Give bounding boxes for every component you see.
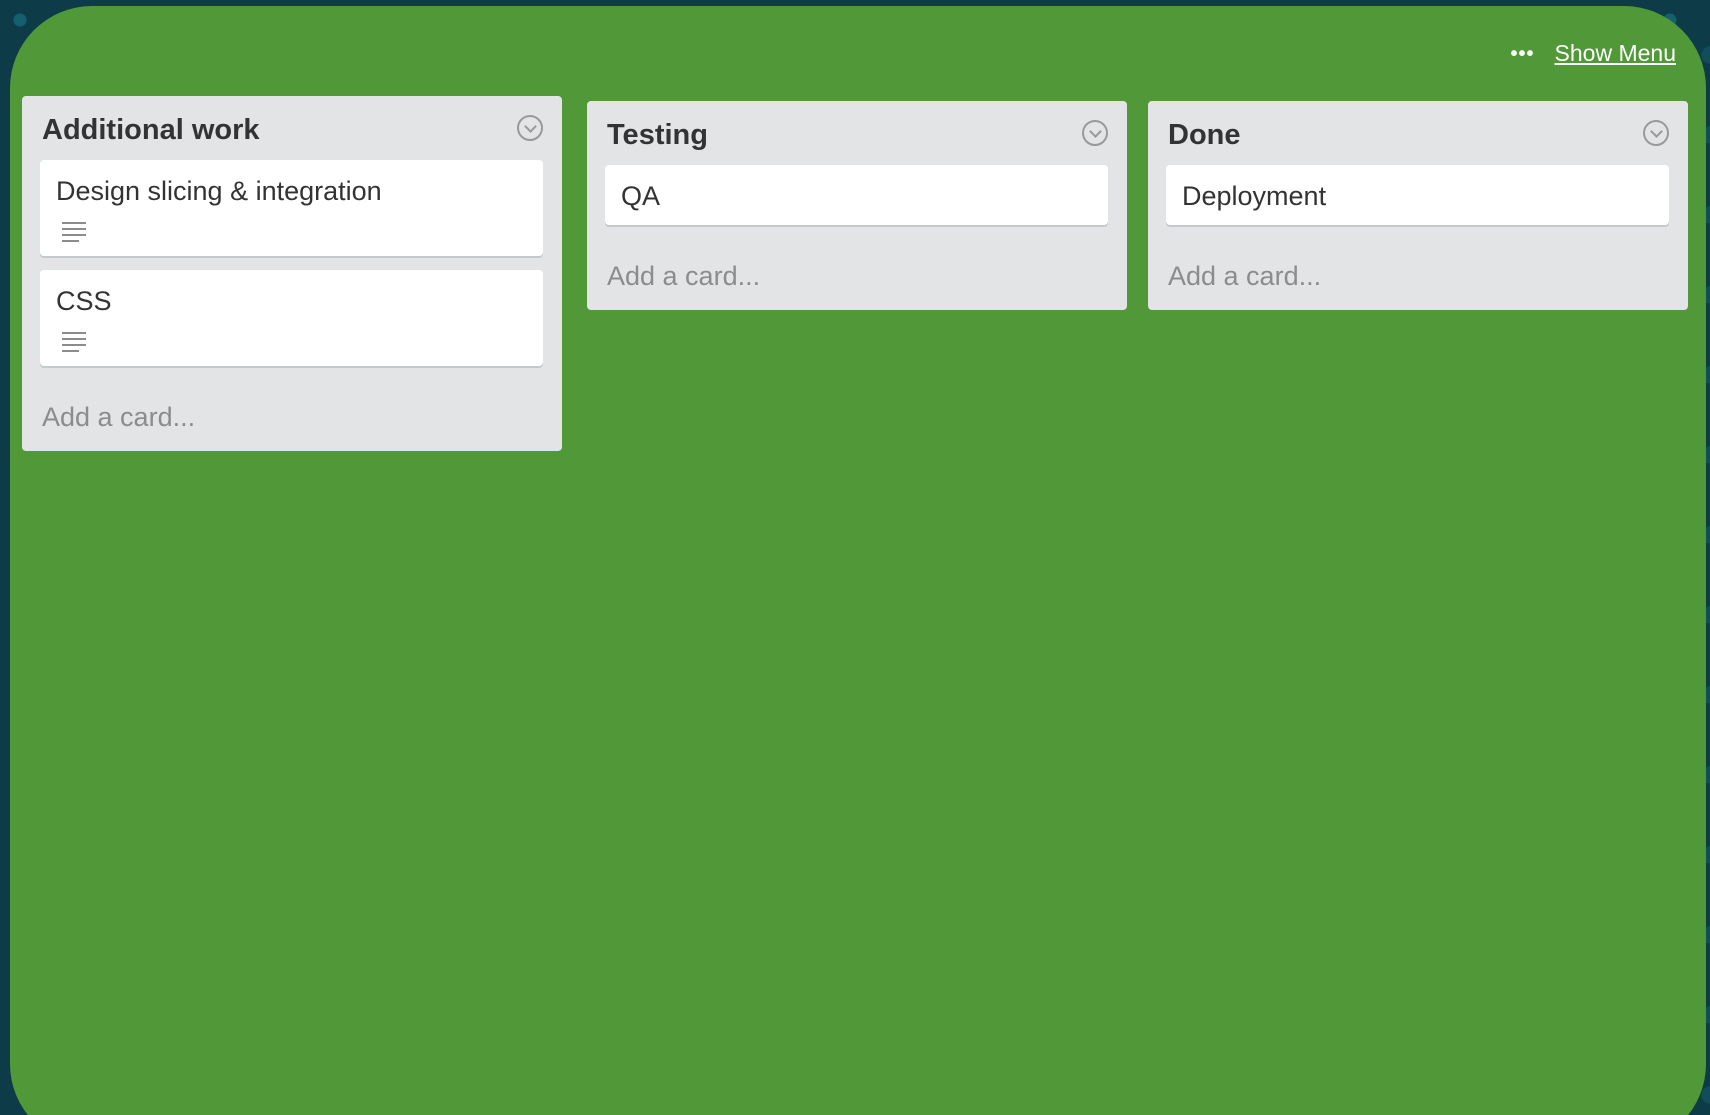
list-title: Testing xyxy=(607,118,708,151)
list-testing: Testing QA Add a card... xyxy=(587,101,1127,310)
card-title: Deployment xyxy=(1182,181,1327,211)
board: ••• Show Menu Additional work Design sli… xyxy=(10,6,1706,1115)
list-header: Additional work xyxy=(40,96,543,160)
card[interactable]: QA xyxy=(605,165,1108,225)
more-horizontal-icon[interactable]: ••• xyxy=(1511,44,1535,64)
card-title: QA xyxy=(621,181,661,211)
description-icon xyxy=(62,222,86,244)
show-menu-link[interactable]: Show Menu xyxy=(1555,40,1676,67)
list-title: Additional work xyxy=(42,113,260,146)
list-header: Done xyxy=(1166,101,1669,165)
description-icon xyxy=(62,332,86,354)
add-card-button[interactable]: Add a card... xyxy=(40,380,543,433)
chevron-down-circle-icon[interactable] xyxy=(1643,120,1669,146)
add-card-button[interactable]: Add a card... xyxy=(605,239,1108,292)
board-header: ••• Show Menu xyxy=(1511,40,1676,67)
card-title: Design slicing & integration xyxy=(56,176,382,206)
chevron-down-circle-icon[interactable] xyxy=(1082,120,1108,146)
card[interactable]: CSS xyxy=(40,270,543,366)
list-title: Done xyxy=(1168,118,1241,151)
list-done: Done Deployment Add a card... xyxy=(1148,101,1688,310)
card-title: CSS xyxy=(56,286,112,316)
list-additional-work: Additional work Design slicing & integra… xyxy=(22,96,562,451)
chevron-down-circle-icon[interactable] xyxy=(517,115,543,141)
list-header: Testing xyxy=(605,101,1108,165)
add-card-button[interactable]: Add a card... xyxy=(1166,239,1669,292)
card[interactable]: Deployment xyxy=(1166,165,1669,225)
card[interactable]: Design slicing & integration xyxy=(40,160,543,256)
